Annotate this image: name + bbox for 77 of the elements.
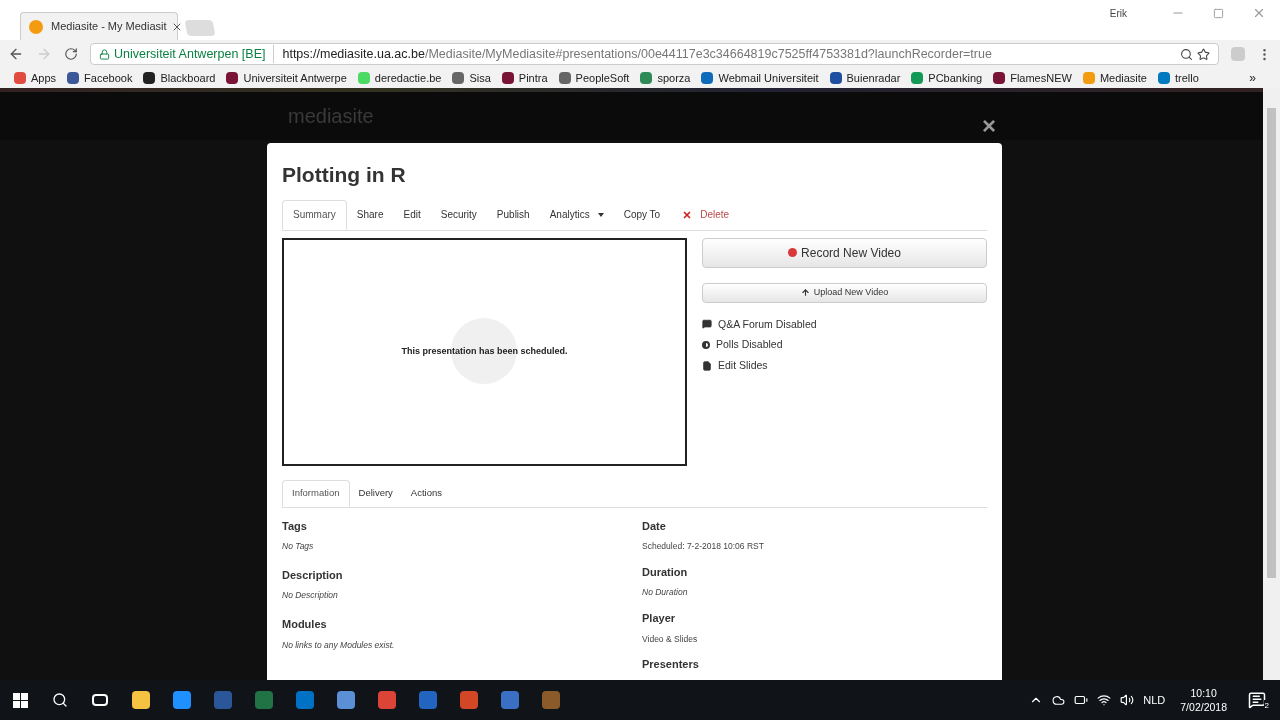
bookmark[interactable]: trello xyxy=(1158,69,1199,87)
bookmark[interactable]: PeopleSoft xyxy=(558,69,630,87)
field-heading: Presenters xyxy=(642,657,700,673)
bookmark[interactable]: Pintra xyxy=(501,69,548,87)
upload-button[interactable]: Upload New Video xyxy=(702,282,987,303)
upload-icon xyxy=(800,288,810,297)
field-heading: Player xyxy=(642,611,677,626)
wifi-icon[interactable] xyxy=(1097,693,1112,707)
clock[interactable]: 10:10 7/02/2018 xyxy=(1180,686,1227,714)
field-heading: Description xyxy=(282,567,344,583)
field-heading: Modules xyxy=(282,617,328,632)
taskbar-app-icon[interactable] xyxy=(172,691,191,709)
analytics-tab[interactable]: Analytics xyxy=(539,199,614,230)
info-tab[interactable]: Actions xyxy=(401,479,451,507)
bookmark[interactable]: deredactie.be xyxy=(357,69,442,87)
security-label: Universiteit Antwerpen [BE] xyxy=(114,45,266,63)
address-bar[interactable]: Universiteit Antwerpen [BE] https://mediasite.ua.ac.be/Mediasite/MyMediasite#presentations/00e44117e3c34664819c7525ff4753381d?launchRecorder=true xyxy=(90,43,1219,65)
field-value: No Duration xyxy=(642,586,689,599)
field-heading: Tags xyxy=(282,518,308,534)
field-heading: Date xyxy=(642,518,667,534)
info-tab[interactable]: Information xyxy=(282,479,350,507)
search-icon[interactable] xyxy=(52,692,68,708)
bookmark[interactable]: Facebook xyxy=(67,69,133,87)
document-icon xyxy=(702,360,712,371)
field-value: No links to any Modules exist. xyxy=(282,638,396,652)
field-value: No Tags xyxy=(282,540,315,553)
mediasite-icon xyxy=(29,19,43,34)
taskbar-app-icon[interactable] xyxy=(336,691,355,709)
field-value: Scheduled: 7-2-2018 10:06 RST xyxy=(642,540,764,553)
language-indicator[interactable]: NLD xyxy=(1143,691,1166,709)
dialog-tab[interactable]: Share xyxy=(346,199,394,230)
caret-icon xyxy=(597,212,604,217)
dialog-tab[interactable]: Publish xyxy=(486,199,540,230)
dialog-tab[interactable]: Security xyxy=(430,199,487,230)
taskbar-app-icon[interactable] xyxy=(131,691,150,709)
battery-icon[interactable] xyxy=(1074,693,1089,707)
dialog-tab[interactable]: Copy To xyxy=(613,199,671,230)
zoom-icon[interactable] xyxy=(1180,47,1193,61)
notification-icon[interactable] xyxy=(1248,691,1266,709)
bookmark[interactable]: Sisa xyxy=(452,69,491,87)
field-value: No Description xyxy=(282,589,339,602)
bookmark[interactable]: PCbanking xyxy=(911,69,983,87)
polls-icon xyxy=(702,341,710,350)
feature-link[interactable]: Edit Slides xyxy=(702,358,987,374)
preview-message: This presentation has been scheduled. xyxy=(401,344,568,358)
browser-tab[interactable]: Mediasite - My Mediasit xyxy=(20,12,178,40)
record-icon xyxy=(788,248,798,257)
bookmark[interactable]: FlamesNEW xyxy=(993,69,1072,87)
bookmark[interactable]: Universiteit Antwerpe xyxy=(226,69,347,87)
bookmark[interactable]: sporza xyxy=(640,69,691,87)
delete-icon xyxy=(682,209,693,220)
bookmark[interactable]: Apps xyxy=(14,69,57,87)
more-bookmarks[interactable]: » xyxy=(1249,69,1256,87)
dialog-tab[interactable]: Summary xyxy=(282,199,347,230)
url-text: https://mediasite.ua.ac.be/Mediasite/MyMediasite#presentations/00e44117e3c34664819c7525ff4753381d?launchRecorder=true xyxy=(273,44,992,64)
feature-link[interactable]: Q&A Forum Disabled xyxy=(702,316,987,333)
task-view-icon[interactable] xyxy=(92,694,108,706)
record-button[interactable]: Record New Video xyxy=(702,237,987,268)
bookmark[interactable]: Blackboard xyxy=(143,69,216,87)
info-tab[interactable]: Delivery xyxy=(349,479,402,507)
star-icon[interactable] xyxy=(1197,47,1210,61)
bookmark[interactable]: Webmail Universiteit xyxy=(701,69,819,87)
field-heading: Duration xyxy=(642,564,689,580)
reload-icon[interactable] xyxy=(64,47,78,61)
lock-icon xyxy=(99,48,110,60)
feature-link[interactable]: Polls Disabled xyxy=(702,337,987,353)
profile-name[interactable]: Erik xyxy=(1109,5,1127,21)
close-button[interactable]: × xyxy=(982,114,996,138)
delete-tab[interactable]: Delete xyxy=(672,199,740,230)
dialog-tab[interactable]: Edit xyxy=(393,199,431,230)
field-value: Video & Slides xyxy=(642,632,699,646)
comment-icon xyxy=(702,319,712,330)
dialog-title: Plotting in R xyxy=(282,162,407,188)
volume-icon[interactable] xyxy=(1120,693,1135,707)
back-icon[interactable] xyxy=(8,46,24,62)
bookmark[interactable]: Mediasite xyxy=(1082,69,1147,87)
bookmark[interactable]: Buienradar xyxy=(829,69,901,87)
